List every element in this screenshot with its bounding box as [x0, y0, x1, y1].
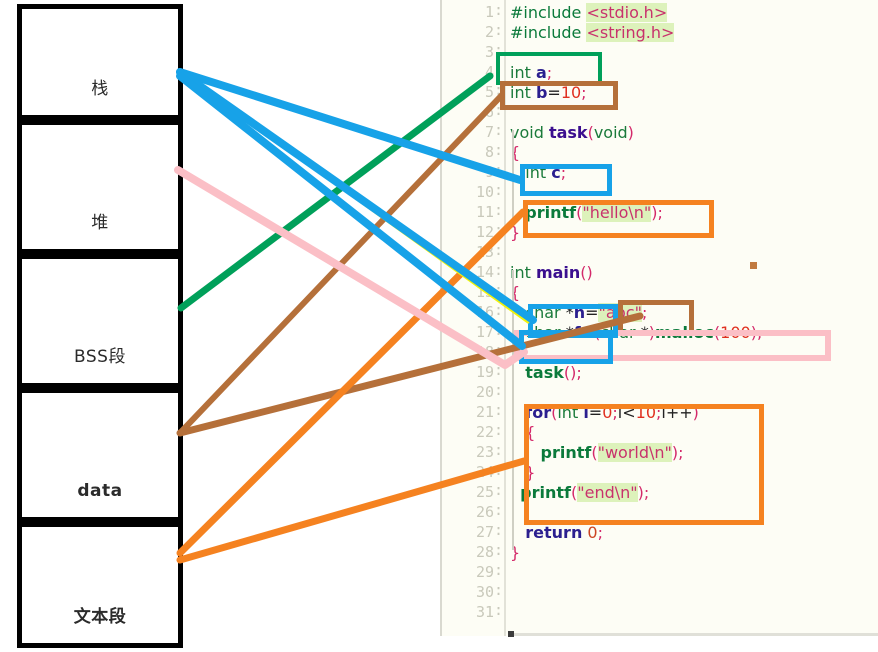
line-number: 28: [475, 543, 494, 561]
line-number: 19: [475, 363, 494, 381]
line-number: 17: [475, 323, 494, 341]
annotation-box-int-c: [520, 164, 612, 196]
code-line-7: void task(void): [510, 123, 634, 142]
annotation-box-printf-hello: [523, 200, 714, 238]
code-line-14: int main(): [510, 263, 593, 282]
line-number: 14: [475, 263, 494, 281]
line-number: 4: [484, 63, 494, 81]
line-number: 7: [484, 123, 494, 141]
line-number: 25: [475, 483, 494, 501]
memory-block-stack: 栈: [17, 4, 183, 120]
line-number: 8: [484, 143, 494, 161]
horizontal-scrollbar-track[interactable]: [510, 633, 878, 636]
code-line-2: #include <string.h>: [510, 23, 675, 42]
line-number: 3: [484, 43, 494, 61]
line-number: 24: [475, 463, 494, 481]
memory-block-label-data: data: [77, 481, 123, 501]
memory-block-bss: BSS段: [17, 254, 183, 388]
memory-block-label-text: 文本段: [73, 607, 127, 627]
memory-block-label-heap: 堆: [91, 213, 109, 233]
line-number: 31: [475, 603, 494, 621]
line-number: 30: [475, 583, 494, 601]
line-number: 1: [484, 3, 494, 21]
memory-segments-illustration: 栈 堆 BSS段 data 文本段 1 2 3 4 5 6 7 8 9 10 1…: [0, 0, 878, 652]
annotation-dot-brown: [750, 262, 757, 269]
annotation-box-int-b: [500, 81, 618, 110]
line-number: 5: [484, 83, 494, 101]
process-memory-layout: 栈 堆 BSS段 data 文本段: [17, 4, 183, 648]
line-number: 13: [475, 243, 494, 261]
line-number: 23: [475, 443, 494, 461]
line-number: 27: [475, 523, 494, 541]
annotation-box-for-loop: [524, 404, 764, 525]
memory-block-data: data: [17, 388, 183, 522]
memory-block-label-bss: BSS段: [74, 347, 126, 367]
line-number: 10: [475, 183, 494, 201]
line-number: 21: [475, 403, 494, 421]
annotation-box-char-f: [519, 330, 613, 364]
scrollbar-handle[interactable]: [508, 631, 514, 637]
line-number: 20: [475, 383, 494, 401]
memory-block-text: 文本段: [17, 522, 183, 648]
memory-block-heap: 堆: [17, 120, 183, 254]
line-number: 9: [484, 163, 494, 181]
line-number: 29: [475, 563, 494, 581]
code-line-1: #include <stdio.h>: [510, 3, 668, 22]
line-number: 18: [475, 343, 494, 361]
memory-block-label-stack: 栈: [91, 79, 109, 99]
line-number: 6: [484, 103, 494, 121]
line-number: 11: [475, 203, 494, 221]
fold-guide-task: [512, 130, 514, 226]
line-number: 22: [475, 423, 494, 441]
code-line-27: return 0;: [525, 523, 603, 542]
line-number: 12: [475, 223, 494, 241]
line-number: 26: [475, 503, 494, 521]
line-number: 16: [475, 303, 494, 321]
line-number: 2: [484, 23, 494, 41]
line-number: 15: [475, 283, 494, 301]
fold-guide-main: [512, 270, 514, 550]
code-line-19: task();: [525, 363, 582, 382]
